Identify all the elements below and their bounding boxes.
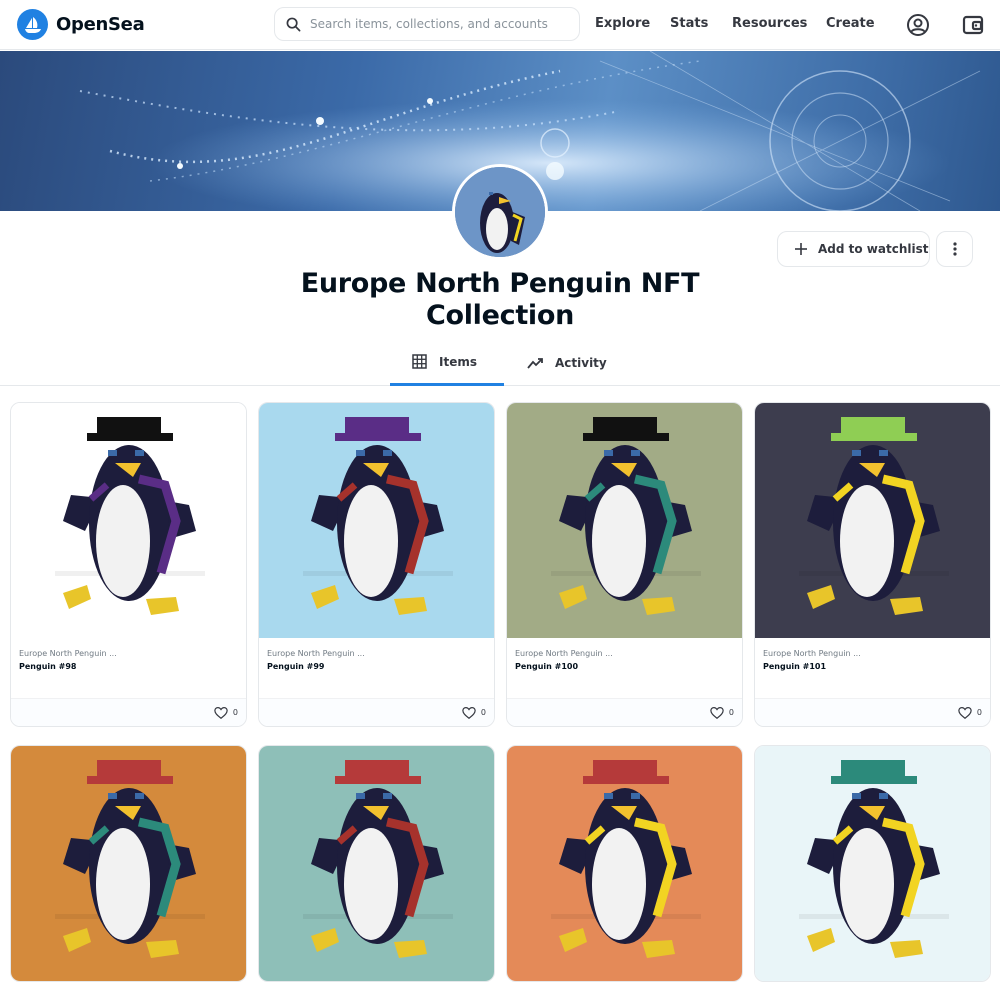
nft-image (11, 746, 246, 981)
nft-image (507, 746, 742, 981)
nft-card-footer: 0 (507, 698, 742, 726)
heart-icon[interactable] (214, 706, 228, 720)
collection-title-line2: Collection (425, 300, 575, 331)
nft-image (755, 403, 990, 638)
top-header: OpenSea Explore Stats Resources Create (0, 0, 1000, 50)
nft-card[interactable]: Europe North Penguin ... Penguin #100 0 (506, 402, 743, 727)
nft-item-name: Penguin #100 (515, 662, 579, 671)
wallet-icon[interactable] (961, 13, 985, 37)
like-count: 0 (232, 708, 238, 717)
nft-image (755, 746, 990, 981)
search-bar[interactable] (274, 7, 580, 41)
tab-activity-label: Activity (555, 356, 607, 370)
nft-card[interactable]: Europe North Penguin ... Penguin #101 0 (754, 402, 991, 727)
heart-icon[interactable] (462, 706, 476, 720)
nft-card-footer: 0 (755, 698, 990, 726)
search-input[interactable] (310, 17, 570, 31)
heart-icon[interactable] (958, 706, 972, 720)
more-vertical-icon (952, 242, 957, 256)
like-count: 0 (976, 708, 982, 717)
nft-card[interactable] (10, 745, 247, 982)
nft-item-name: Penguin #99 (267, 662, 325, 671)
collection-title-line1: Europe North Penguin NFT (300, 268, 700, 299)
nav-resources[interactable]: Resources (732, 16, 807, 31)
nav-explore[interactable]: Explore (595, 16, 650, 31)
opensea-logo[interactable]: OpenSea (17, 9, 145, 40)
nft-card[interactable]: Europe North Penguin ... Penguin #99 0 (258, 402, 495, 727)
collection-avatar (452, 164, 548, 260)
grid-icon (412, 354, 427, 369)
nft-image (11, 403, 246, 638)
nft-card-footer: 0 (11, 698, 246, 726)
search-icon (286, 17, 301, 31)
nft-card-meta: Europe North Penguin ... Penguin #101 (755, 638, 990, 698)
nft-collection-name: Europe North Penguin ... (763, 649, 861, 658)
nft-card-meta: Europe North Penguin ... Penguin #98 (11, 638, 246, 698)
nft-collection-name: Europe North Penguin ... (19, 649, 117, 658)
collection-tabs: Items Activity (0, 340, 1000, 386)
add-to-watchlist-button[interactable]: Add to watchlist (777, 231, 930, 267)
collection-title: Europe North Penguin NFT Collection (250, 268, 750, 332)
nft-card[interactable]: Europe North Penguin ... Penguin #98 0 (10, 402, 247, 727)
nft-image (259, 746, 494, 981)
nav-stats[interactable]: Stats (670, 16, 708, 31)
nav-create[interactable]: Create (826, 16, 875, 31)
opensea-logo-icon (17, 9, 48, 40)
nft-collection-name: Europe North Penguin ... (267, 649, 365, 658)
heart-icon[interactable] (710, 706, 724, 720)
brand-name: OpenSea (56, 14, 145, 35)
nft-item-name: Penguin #98 (19, 662, 77, 671)
tab-items-label: Items (439, 354, 477, 369)
nft-card[interactable] (258, 745, 495, 982)
nft-item-name: Penguin #101 (763, 662, 827, 671)
nft-collection-name: Europe North Penguin ... (515, 649, 613, 658)
nft-image (507, 403, 742, 638)
nft-card[interactable] (754, 745, 991, 982)
like-count: 0 (480, 708, 486, 717)
nft-card-meta: Europe North Penguin ... Penguin #99 (259, 638, 494, 698)
like-count: 0 (728, 708, 734, 717)
account-icon[interactable] (906, 13, 930, 37)
more-options-button[interactable] (936, 231, 973, 267)
activity-icon (527, 358, 543, 369)
nft-card-footer: 0 (259, 698, 494, 726)
tab-activity[interactable]: Activity (527, 340, 607, 386)
watchlist-label: Add to watchlist (818, 242, 929, 256)
nft-card[interactable] (506, 745, 743, 982)
plus-icon (795, 243, 807, 255)
nft-image (259, 403, 494, 638)
tab-items[interactable]: Items (390, 340, 504, 386)
nft-card-meta: Europe North Penguin ... Penguin #100 (507, 638, 742, 698)
